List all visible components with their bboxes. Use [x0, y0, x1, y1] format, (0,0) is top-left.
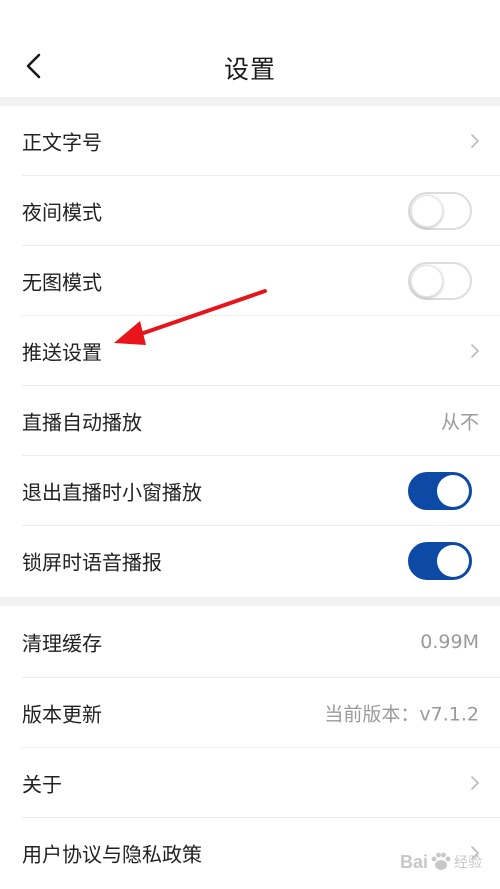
toggle-knob [411, 264, 443, 297]
settings-row-no-image-mode: 无图模式 [22, 246, 500, 316]
settings-row-label: 夜间模式 [22, 200, 102, 224]
mini-window-toggle[interactable] [408, 471, 472, 510]
settings-row-label: 推送设置 [22, 340, 102, 364]
live-autoplay-value: 从不 [440, 411, 479, 433]
settings-row-label: 无图模式 [22, 270, 102, 294]
settings-row-font-size[interactable]: 正文字号 [22, 106, 500, 176]
toggle-knob [437, 474, 469, 507]
paw-logo-icon [431, 852, 451, 870]
chevron-right-icon [470, 343, 480, 359]
settings-row-night-mode: 夜间模式 [22, 176, 500, 246]
settings-row-mini-window: 退出直播时小窗播放 [22, 456, 500, 526]
settings-row-push-settings[interactable]: 推送设置 [22, 316, 500, 386]
settings-row-live-autoplay[interactable]: 直播自动播放 从不 [22, 386, 500, 456]
settings-row-lockscreen-voice: 锁屏时语音播报 [22, 526, 500, 596]
chevron-right-icon [470, 775, 480, 791]
settings-row-label: 锁屏时语音播报 [22, 550, 162, 575]
watermark-brand-text: Bai [400, 851, 429, 872]
settings-row-label: 清理缓存 [22, 631, 102, 655]
page-title: 设置 [223, 55, 276, 84]
settings-row-label: 退出直播时小窗播放 [22, 480, 202, 504]
cache-size-value: 0.99M [420, 630, 479, 653]
section-divider [0, 97, 500, 106]
settings-row-label: 用户协议与隐私政策 [22, 842, 202, 867]
settings-row-label: 版本更新 [22, 702, 102, 726]
settings-row-clear-cache[interactable]: 清理缓存 0.99M [22, 606, 500, 678]
night-mode-toggle[interactable] [408, 191, 472, 230]
toggle-knob [411, 194, 443, 227]
settings-row-about[interactable]: 关于 [22, 748, 500, 818]
settings-group-display: 正文字号 夜间模式 无图模式 推送设置 直播自动播放 从不 退出直播时小窗播放 … [0, 106, 500, 596]
toggle-knob [437, 545, 469, 577]
section-divider [0, 597, 500, 606]
watermark-jingyan-text: 经验 [454, 855, 483, 871]
current-version-value: 当前版本：v7.1.2 [324, 703, 479, 725]
header-bar: 设置 [0, 0, 500, 97]
settings-row-label: 直播自动播放 [22, 410, 142, 434]
no-image-mode-toggle[interactable] [408, 261, 472, 300]
chevron-right-icon [470, 133, 480, 149]
lockscreen-voice-toggle[interactable] [408, 542, 472, 580]
settings-row-label: 关于 [22, 772, 62, 796]
baidu-jingyan-watermark: Bai 经验 [400, 845, 496, 879]
settings-row-label: 正文字号 [22, 130, 102, 154]
settings-row-version-update[interactable]: 版本更新 当前版本：v7.1.2 [22, 678, 500, 748]
